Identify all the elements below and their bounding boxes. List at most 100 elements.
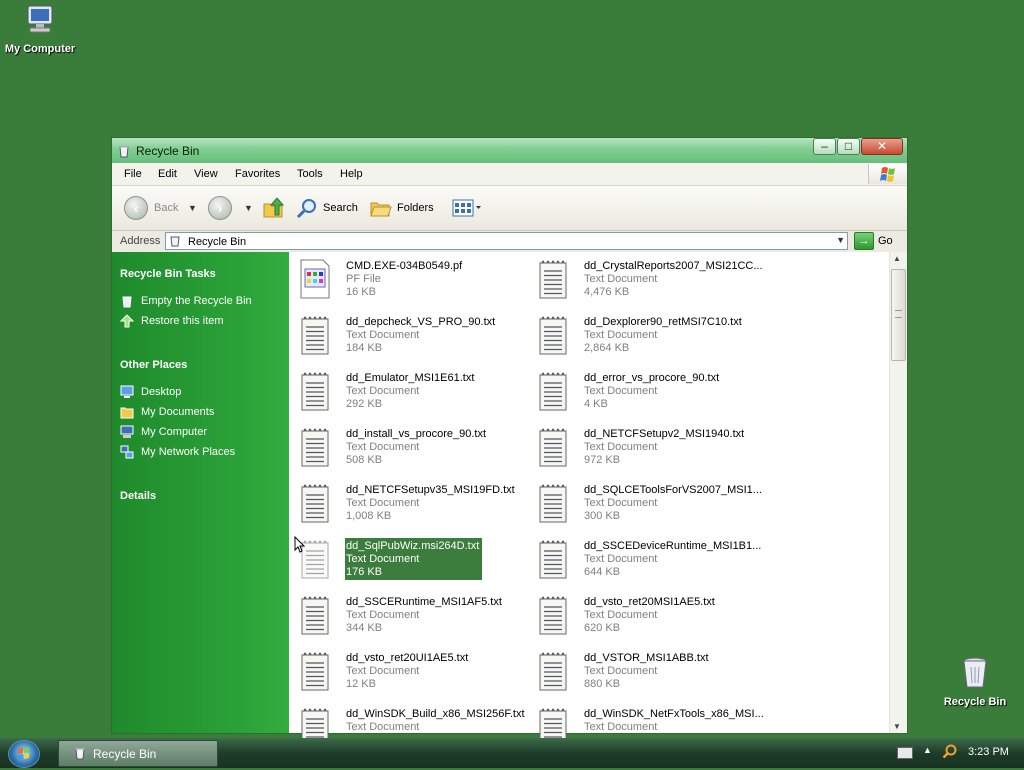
search-button[interactable]: Search bbox=[295, 195, 358, 221]
show-hidden-icons-icon[interactable]: ▲ bbox=[923, 745, 932, 755]
place-label: My Network Places bbox=[141, 446, 236, 458]
file-size: 2,864 KB bbox=[584, 342, 630, 354]
file-size: 184 KB bbox=[346, 342, 383, 354]
task-pane: Recycle Bin Tasks Empty the Recycle Bin … bbox=[112, 252, 289, 733]
text-file-icon bbox=[539, 316, 567, 355]
place-my-computer[interactable]: My Computer bbox=[120, 425, 207, 439]
start-button[interactable] bbox=[8, 740, 40, 768]
place-my-network-places[interactable]: My Network Places bbox=[120, 445, 235, 459]
taskbar-button-label: Recycle Bin bbox=[93, 747, 157, 761]
maximize-icon: □ bbox=[844, 139, 853, 153]
folders-icon bbox=[370, 202, 392, 217]
desktop-icon-recycle-bin[interactable]: Recycle Bin bbox=[930, 655, 1020, 708]
windows-logo bbox=[868, 164, 907, 184]
scroll-down-icon[interactable]: ▼ bbox=[893, 722, 901, 731]
file-name: dd_SQLCEToolsForVS2007_MSI1... bbox=[584, 484, 762, 496]
up-folder-button[interactable] bbox=[261, 195, 285, 221]
file-item[interactable]: dd_CrystalReports2007_MSI21CC... Text Doc… bbox=[527, 253, 763, 303]
file-type: Text Document bbox=[584, 553, 658, 565]
address-input[interactable]: Recycle Bin ▼ bbox=[165, 232, 848, 250]
chevron-down-icon[interactable]: ▼ bbox=[836, 235, 845, 245]
text-file-icon bbox=[301, 596, 329, 635]
file-type: Text Document bbox=[584, 665, 658, 677]
file-type: PF File bbox=[346, 273, 381, 285]
file-item[interactable]: dd_install_vs_procore_90.txt Text Documen… bbox=[289, 421, 519, 471]
close-button[interactable]: ✕ bbox=[861, 138, 903, 155]
file-item[interactable]: dd_SqlPubWiz.msi264D.txt Text Document 176… bbox=[289, 533, 519, 583]
menu-bar: File Edit View Favorites Tools Help bbox=[112, 163, 907, 186]
taskbar-button-recycle-bin[interactable]: Recycle Bin bbox=[58, 740, 218, 767]
up-folder-icon bbox=[263, 197, 285, 218]
keyboard-icon[interactable] bbox=[897, 747, 913, 759]
text-file-icon bbox=[539, 372, 567, 411]
restore-arrow-icon bbox=[120, 314, 134, 328]
menu-edit[interactable]: Edit bbox=[158, 168, 177, 180]
file-list: CMD.EXE-034B0549.pf PF File 16 KB dd_Crysta… bbox=[289, 252, 907, 747]
file-size: 620 KB bbox=[584, 622, 621, 634]
taskbar: Recycle Bin ▲ 3:23 PM bbox=[0, 738, 1024, 768]
place-my-documents[interactable]: My Documents bbox=[120, 405, 214, 419]
desktop-icon-my-computer[interactable]: My Computer bbox=[0, 2, 85, 55]
file-item[interactable]: dd_depcheck_VS_PRO_90.txt Text Document 18… bbox=[289, 309, 519, 359]
place-desktop[interactable]: Desktop bbox=[120, 385, 181, 399]
scroll-up-icon[interactable]: ▲ bbox=[893, 254, 901, 263]
file-size: 972 KB bbox=[584, 454, 621, 466]
windows-flag-icon bbox=[18, 747, 29, 760]
file-item[interactable]: dd_SSCEDeviceRuntime_MSI1B1... Text Docum… bbox=[527, 533, 761, 583]
file-type: Text Document bbox=[584, 609, 658, 621]
menu-file[interactable]: File bbox=[124, 168, 142, 180]
pf-file-icon bbox=[300, 259, 330, 299]
file-type: Text Document bbox=[584, 721, 658, 733]
views-button[interactable] bbox=[452, 195, 482, 221]
minimize-button[interactable]: – bbox=[813, 138, 836, 155]
back-dropdown[interactable]: ▼ bbox=[188, 195, 197, 221]
file-item[interactable]: dd_error_vs_procore_90.txt Text Document 4… bbox=[527, 365, 757, 415]
text-file-icon bbox=[539, 260, 567, 299]
file-name: dd_VSTOR_MSI1ABB.txt bbox=[584, 652, 709, 664]
back-button[interactable]: ‹ Back bbox=[124, 195, 178, 221]
forward-button[interactable]: › bbox=[208, 195, 232, 221]
file-name: dd_depcheck_VS_PRO_90.txt bbox=[346, 316, 496, 328]
other-places-header[interactable]: Other Places bbox=[120, 359, 187, 371]
menu-view[interactable]: View bbox=[194, 168, 218, 180]
file-type: Text Document bbox=[346, 553, 420, 565]
maximize-button[interactable]: □ bbox=[837, 138, 860, 155]
file-size: 292 KB bbox=[346, 398, 383, 410]
scroll-thumb[interactable] bbox=[891, 269, 906, 361]
text-file-icon bbox=[539, 484, 567, 523]
file-size: 300 KB bbox=[584, 510, 621, 522]
file-item[interactable]: dd_NETCFSetupv35_MSI19FD.txt Text Documen… bbox=[289, 477, 519, 527]
vertical-scrollbar[interactable]: ▲ ▼ bbox=[889, 252, 907, 733]
file-item[interactable]: dd_vsto_ret20MSI1AE5.txt Text Document 620… bbox=[527, 589, 757, 639]
file-item[interactable]: CMD.EXE-034B0549.pf PF File 16 KB bbox=[289, 253, 519, 303]
file-item[interactable]: dd_Emulator_MSI1E61.txt Text Document 292 … bbox=[289, 365, 519, 415]
file-item[interactable]: dd_NETCFSetupv2_MSI1940.txt Text Document… bbox=[527, 421, 757, 471]
file-item[interactable]: dd_Dexplorer90_retMSI7C10.txt Text Docume… bbox=[527, 309, 757, 359]
restore-item-link[interactable]: Restore this item bbox=[120, 314, 224, 328]
forward-dropdown[interactable]: ▼ bbox=[244, 195, 253, 221]
file-type: Text Document bbox=[584, 441, 658, 453]
file-size: 344 KB bbox=[346, 622, 383, 634]
toolbar: ‹ Back ▼ › ▼ Search Folders bbox=[112, 186, 907, 231]
file-name: dd_Dexplorer90_retMSI7C10.txt bbox=[584, 316, 742, 328]
file-item[interactable]: dd_SQLCEToolsForVS2007_MSI1... Text Docum… bbox=[527, 477, 762, 527]
file-type: Text Document bbox=[346, 665, 420, 677]
title-bar[interactable]: Recycle Bin – □ ✕ bbox=[112, 138, 907, 163]
go-arrow-icon: → bbox=[854, 232, 874, 250]
file-item[interactable]: dd_vsto_ret20UI1AE5.txt Text Document 12 K… bbox=[289, 645, 519, 695]
file-item[interactable]: dd_VSTOR_MSI1ABB.txt Text Document 880 KB bbox=[527, 645, 757, 695]
clock[interactable]: 3:23 PM bbox=[968, 746, 1009, 758]
search-icon[interactable] bbox=[942, 743, 958, 759]
details-header[interactable]: Details bbox=[120, 490, 156, 502]
close-icon: ✕ bbox=[876, 139, 888, 153]
chevron-down-icon: ▼ bbox=[188, 203, 197, 213]
menu-favorites[interactable]: Favorites bbox=[235, 168, 280, 180]
folders-button[interactable]: Folders bbox=[369, 195, 434, 221]
file-item[interactable]: dd_SSCERuntime_MSI1AF5.txt Text Document 3… bbox=[289, 589, 519, 639]
empty-recycle-bin-link[interactable]: Empty the Recycle Bin bbox=[120, 294, 252, 308]
menu-help[interactable]: Help bbox=[340, 168, 363, 180]
recycle-bin-tasks-header[interactable]: Recycle Bin Tasks bbox=[120, 268, 216, 280]
menu-tools[interactable]: Tools bbox=[297, 168, 323, 180]
go-button[interactable]: → Go bbox=[854, 232, 893, 250]
folders-label: Folders bbox=[397, 202, 434, 214]
